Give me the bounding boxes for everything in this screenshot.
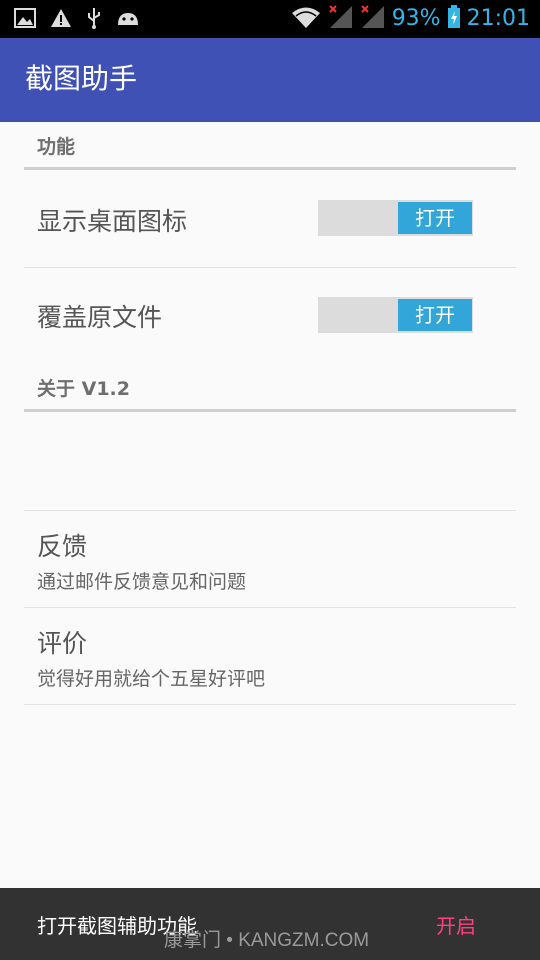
- wifi-icon: [290, 5, 322, 33]
- image-icon: [14, 8, 36, 32]
- android-icon: [116, 9, 140, 31]
- category-about-label: 关于 V1.2: [37, 378, 130, 400]
- category-features-label: 功能: [37, 136, 76, 158]
- pref-show-desktop-icon-title: 显示桌面图标: [37, 207, 188, 236]
- pref-feedback-summary: 通过邮件反馈意见和问题: [37, 571, 247, 593]
- watermark: 康掌门 • KANGZM.COM: [164, 930, 370, 951]
- category-about: 关于 V1.2: [24, 364, 516, 412]
- toggle-overwrite-original[interactable]: 打开: [318, 297, 473, 333]
- toggle-show-desktop-icon[interactable]: 打开: [318, 200, 473, 236]
- pref-rate-summary: 觉得好用就给个五星好评吧: [37, 668, 266, 690]
- toggle-overwrite-original-label: 打开: [398, 299, 472, 331]
- status-right-icons: 93% 21:01: [290, 4, 530, 34]
- status-left-icons: [14, 7, 140, 33]
- divider: [24, 704, 516, 705]
- battery-icon: [447, 5, 461, 33]
- category-features: 功能: [24, 122, 516, 170]
- pref-feedback-title: 反馈: [37, 532, 88, 561]
- signal-icon: [328, 4, 354, 34]
- clock: 21:01: [466, 6, 530, 31]
- pref-rate-title: 评价: [37, 629, 88, 658]
- warning-icon: [50, 8, 72, 32]
- battery-percent: 93%: [391, 6, 441, 31]
- toggle-show-desktop-icon-label: 打开: [398, 202, 472, 234]
- app-bar: 截图助手: [0, 38, 540, 122]
- pref-feedback[interactable]: 反馈 通过邮件反馈意见和问题: [24, 511, 516, 607]
- status-bar: 93% 21:01: [0, 0, 540, 38]
- app-title: 截图助手: [25, 62, 138, 95]
- pref-overwrite-original-title: 覆盖原文件: [37, 303, 163, 332]
- signal-icon-2: [360, 4, 386, 34]
- pref-rate[interactable]: 评价 觉得好用就给个五星好评吧: [24, 608, 516, 704]
- usb-icon: [86, 7, 102, 33]
- snackbar-action-button[interactable]: 开启: [436, 910, 476, 939]
